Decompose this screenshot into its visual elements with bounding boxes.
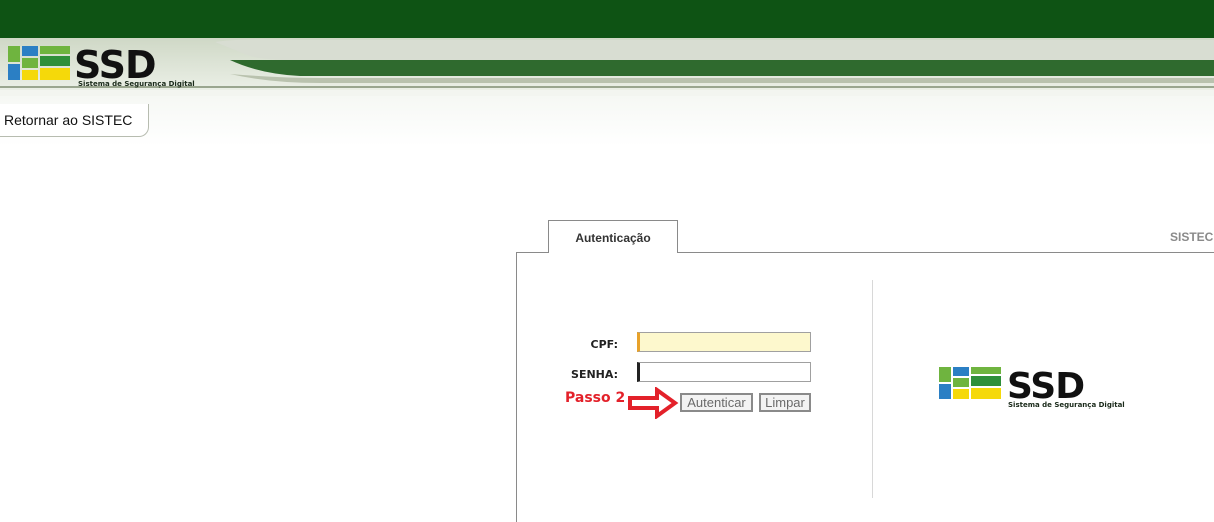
return-to-sistec-link[interactable]: Retornar ao SISTEC: [0, 104, 149, 137]
cpf-label: CPF:: [590, 338, 618, 351]
panel-divider: [872, 280, 873, 498]
nav-strip: [0, 96, 1214, 146]
top-green-bar: [0, 0, 1214, 38]
cpf-field[interactable]: [637, 332, 811, 352]
step-annotation: Passo 2: [565, 390, 626, 406]
arrow-right-icon: [628, 387, 679, 419]
senha-label: SENHA:: [571, 368, 618, 381]
logo-tagline: Sistema de Segurança Digital: [78, 80, 195, 88]
clear-button[interactable]: Limpar: [759, 393, 811, 412]
password-field[interactable]: [637, 362, 811, 382]
tab-sistec[interactable]: SISTEC: [1170, 230, 1213, 244]
tab-autenticacao[interactable]: Autenticação: [548, 220, 678, 253]
authenticate-button[interactable]: Autenticar: [680, 393, 753, 412]
logo-tagline-large: Sistema de Segurança Digital: [1008, 401, 1125, 409]
